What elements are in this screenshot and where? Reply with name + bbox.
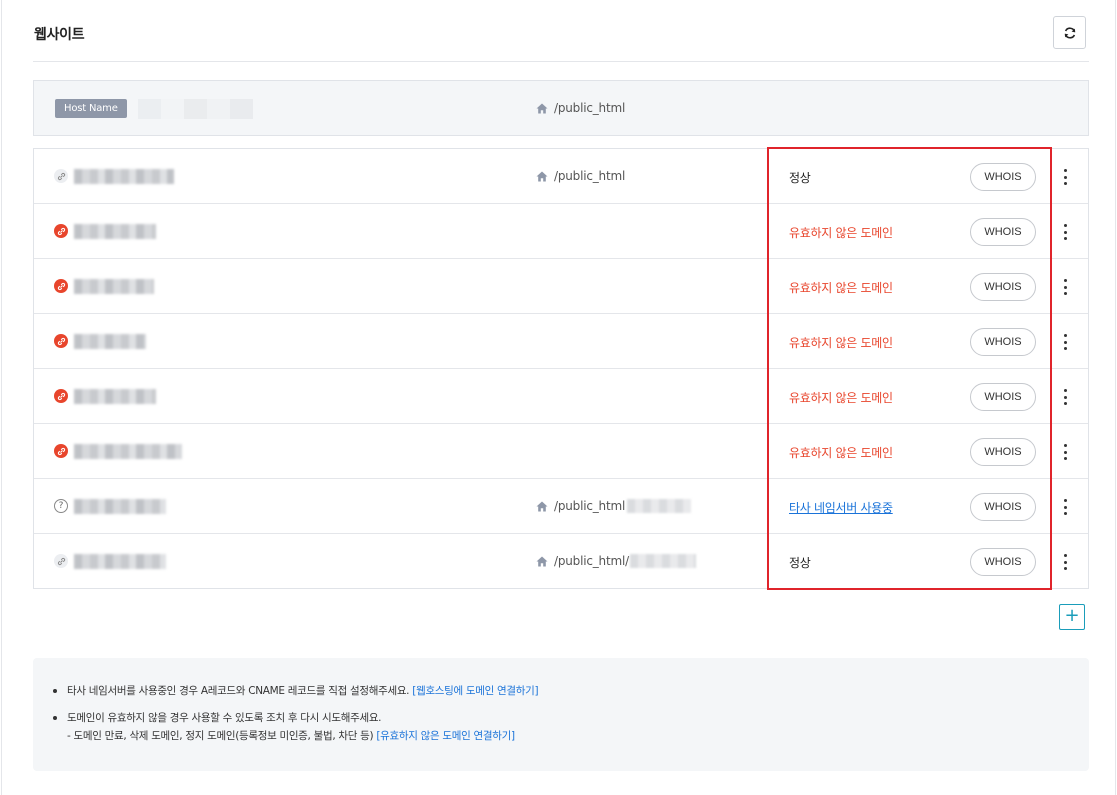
path-suffix-redacted bbox=[627, 499, 692, 513]
connect-domain-link[interactable]: [웹호스팅에 도메인 연결하기] bbox=[412, 685, 538, 697]
more-menu-icon[interactable] bbox=[1059, 497, 1071, 517]
domain-name-redacted bbox=[74, 169, 174, 184]
note-item: 타사 네임서버를 사용중인 경우 A레코드와 CNAME 레코드를 직접 설정해… bbox=[53, 682, 539, 700]
note-subtext: - 도메인 만료, 삭제 도메인, 정지 도메인(등록정보 미인증, 불법, 차… bbox=[67, 730, 374, 742]
home-icon bbox=[536, 501, 548, 511]
table-row: 유효하지 않은 도메인 WHOIS bbox=[34, 259, 1088, 314]
more-menu-icon[interactable] bbox=[1059, 552, 1071, 572]
broken-link-icon bbox=[54, 279, 68, 293]
host-path: /public_html bbox=[536, 101, 625, 115]
broken-link-icon bbox=[54, 444, 68, 458]
whois-button[interactable]: WHOIS bbox=[970, 273, 1036, 301]
domain-name-redacted bbox=[74, 279, 154, 294]
row-path-text: /public_html bbox=[554, 169, 626, 183]
row-path: /public_html bbox=[536, 499, 692, 513]
table-row: /public_html 정상 WHOIS bbox=[34, 149, 1088, 204]
link-icon bbox=[54, 554, 68, 568]
broken-link-icon bbox=[54, 224, 68, 238]
table-row: 유효하지 않은 도메인 WHOIS bbox=[34, 204, 1088, 259]
domain-table: /public_html 정상 WHOIS 유효하지 않은 도메인 WHOIS … bbox=[33, 148, 1089, 589]
whois-button[interactable]: WHOIS bbox=[970, 163, 1036, 191]
home-icon bbox=[536, 171, 548, 181]
broken-link-icon bbox=[54, 389, 68, 403]
domain-name-redacted bbox=[74, 224, 156, 239]
row-path: /public_html bbox=[536, 169, 625, 183]
broken-link-icon bbox=[54, 334, 68, 348]
more-menu-icon[interactable] bbox=[1059, 222, 1071, 242]
section-title: 웹사이트 bbox=[34, 27, 85, 43]
home-icon bbox=[536, 103, 548, 113]
whois-button[interactable]: WHOIS bbox=[970, 548, 1036, 576]
domain-name-redacted bbox=[74, 334, 146, 349]
whois-button[interactable]: WHOIS bbox=[970, 493, 1036, 521]
note-text: 도메인이 유효하지 않을 경우 사용할 수 있도록 조치 후 다시 시도해주세요… bbox=[67, 712, 382, 724]
host-name-badge: Host Name bbox=[55, 99, 127, 118]
refresh-icon bbox=[1064, 26, 1075, 39]
table-row: 유효하지 않은 도메인 WHOIS bbox=[34, 314, 1088, 369]
table-row: 유효하지 않은 도메인 WHOIS bbox=[34, 424, 1088, 479]
more-menu-icon[interactable] bbox=[1059, 277, 1071, 297]
website-panel: 웹사이트 Host Name /public_html /public_html… bbox=[1, 0, 1116, 795]
whois-button[interactable]: WHOIS bbox=[970, 218, 1036, 246]
question-icon: ? bbox=[54, 499, 68, 513]
table-row: 유효하지 않은 도메인 WHOIS bbox=[34, 369, 1088, 424]
add-domain-button[interactable]: + bbox=[1059, 604, 1085, 630]
whois-button[interactable]: WHOIS bbox=[970, 328, 1036, 356]
more-menu-icon[interactable] bbox=[1059, 442, 1071, 462]
title-divider bbox=[33, 61, 1089, 62]
more-menu-icon[interactable] bbox=[1059, 387, 1071, 407]
status-text: 정상 bbox=[789, 171, 811, 185]
domain-name-redacted bbox=[74, 499, 166, 514]
invalid-domain-link[interactable]: [유효하지 않은 도메인 연결하기] bbox=[376, 730, 515, 742]
status-text: 정상 bbox=[789, 556, 811, 570]
row-path-text: /public_html/ bbox=[554, 554, 629, 568]
domain-name-redacted bbox=[74, 554, 166, 569]
path-suffix-redacted bbox=[629, 554, 696, 568]
refresh-button[interactable] bbox=[1053, 16, 1086, 49]
status-text: 유효하지 않은 도메인 bbox=[789, 281, 893, 295]
status-text: 유효하지 않은 도메인 bbox=[789, 226, 893, 240]
host-row: Host Name /public_html bbox=[33, 80, 1089, 136]
table-row: ? /public_html 타사 네임서버 사용중 WHOIS bbox=[34, 479, 1088, 534]
whois-button[interactable]: WHOIS bbox=[970, 438, 1036, 466]
domain-name-redacted bbox=[74, 389, 156, 404]
more-menu-icon[interactable] bbox=[1059, 332, 1071, 352]
note-text: 타사 네임서버를 사용중인 경우 A레코드와 CNAME 레코드를 직접 설정해… bbox=[67, 685, 410, 697]
third-party-nameserver-link[interactable]: 타사 네임서버 사용중 bbox=[789, 499, 893, 516]
whois-button[interactable]: WHOIS bbox=[970, 383, 1036, 411]
info-notes: 타사 네임서버를 사용중인 경우 A레코드와 CNAME 레코드를 직접 설정해… bbox=[33, 658, 1089, 771]
status-text: 유효하지 않은 도메인 bbox=[789, 446, 893, 460]
note-item: 도메인이 유효하지 않을 경우 사용할 수 있도록 조치 후 다시 시도해주세요… bbox=[53, 709, 382, 727]
status-text: 유효하지 않은 도메인 bbox=[789, 336, 893, 350]
host-path-text: /public_html bbox=[554, 101, 626, 115]
row-path: /public_html/ bbox=[536, 554, 696, 568]
link-icon bbox=[54, 169, 68, 183]
status-text: 유효하지 않은 도메인 bbox=[789, 391, 893, 405]
more-menu-icon[interactable] bbox=[1059, 167, 1071, 187]
row-path-text: /public_html bbox=[554, 499, 626, 513]
note-subitem: - 도메인 만료, 삭제 도메인, 정지 도메인(등록정보 미인증, 불법, 차… bbox=[53, 727, 515, 745]
host-name-value-redacted bbox=[138, 99, 253, 119]
table-row: /public_html/ 정상 WHOIS bbox=[34, 534, 1088, 589]
home-icon bbox=[536, 556, 548, 566]
domain-name-redacted bbox=[74, 444, 182, 459]
